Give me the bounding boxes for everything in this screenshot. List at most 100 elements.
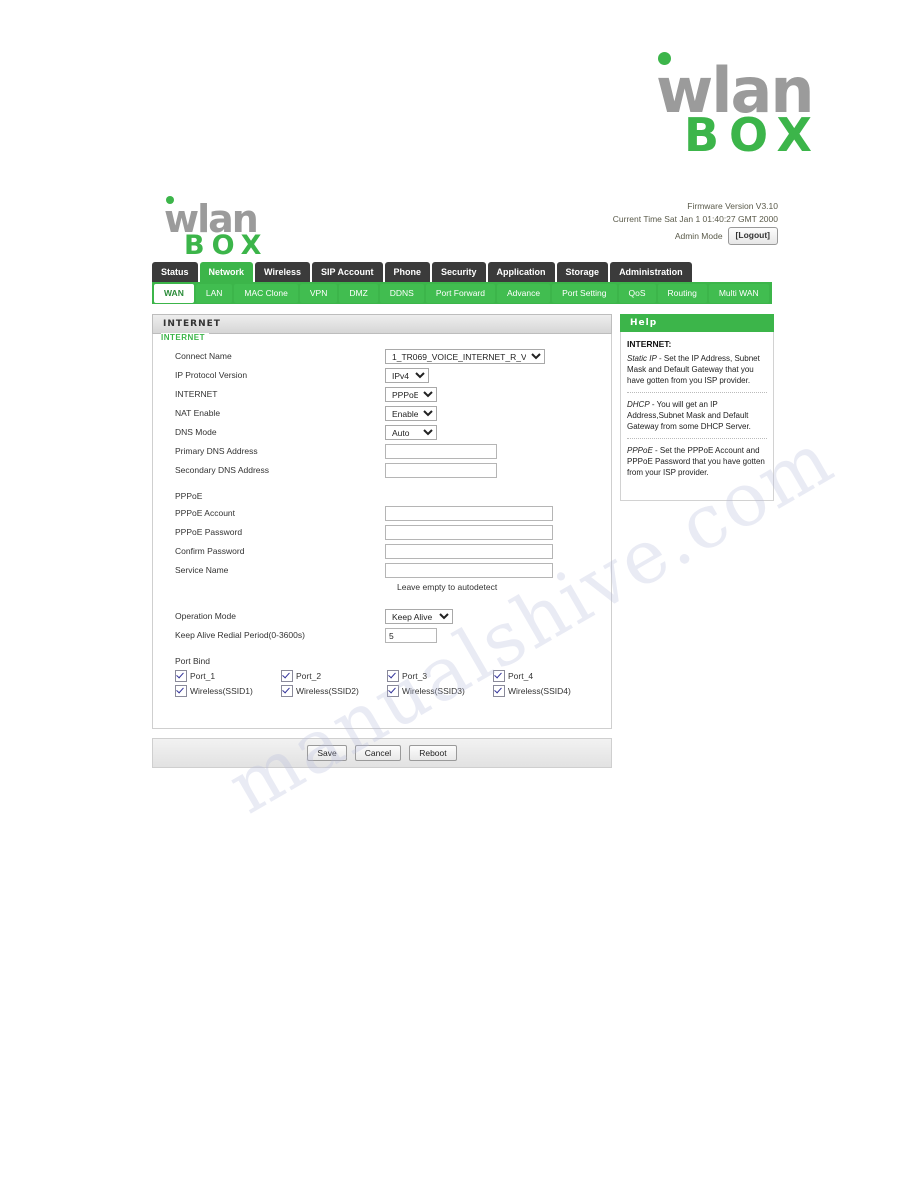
- port-bind-item[interactable]: Port_3: [387, 670, 493, 682]
- logout-button[interactable]: [Logout]: [727, 227, 778, 245]
- port-bind-item-label: Wireless(SSID2): [296, 686, 359, 696]
- panel-title: INTERNET: [152, 314, 612, 334]
- action-button-bar: Save Cancel Reboot: [152, 738, 612, 768]
- subtab-mac-clone[interactable]: MAC Clone: [234, 283, 298, 303]
- connect-name-select[interactable]: 1_TR069_VOICE_INTERNET_R_VID_: [385, 349, 545, 364]
- router-admin-ui: wlan BOX Firmware Version V3.10 Current …: [152, 196, 780, 768]
- tab-storage[interactable]: Storage: [556, 262, 609, 282]
- connect-name-label: Connect Name: [175, 350, 232, 361]
- tab-phone[interactable]: Phone: [384, 262, 431, 282]
- nat-enable-label: NAT Enable: [175, 407, 221, 418]
- help-item-term: DHCP: [627, 400, 650, 409]
- row-nat-enable: NAT Enable Enable: [163, 403, 601, 422]
- tab-sip-account[interactable]: SIP Account: [311, 262, 383, 282]
- internet-form: INTERNET Connect Name 1_TR069_VOICE_INTE…: [152, 333, 613, 729]
- subtab-routing[interactable]: Routing: [657, 283, 707, 303]
- header-logo-box-text: BOX: [184, 230, 269, 261]
- subtab-multi-wan[interactable]: Multi WAN: [708, 283, 769, 303]
- tab-security[interactable]: Security: [432, 262, 486, 282]
- port-bind-item[interactable]: Wireless(SSID4): [493, 685, 613, 697]
- checkbox-wirelessssid2[interactable]: [281, 685, 293, 697]
- port-bind-item-label: Wireless(SSID4): [508, 686, 571, 696]
- help-title: Help: [620, 314, 774, 332]
- subtab-qos[interactable]: QoS: [618, 283, 656, 303]
- ip-protocol-version-label: IP Protocol Version: [175, 369, 248, 380]
- admin-mode-label: Admin Mode: [674, 230, 723, 241]
- primary-dns-label: Primary DNS Address: [175, 445, 258, 456]
- tab-administration[interactable]: Administration: [610, 262, 692, 282]
- row-pppoe-password: PPPoE Password: [163, 522, 601, 541]
- checkbox-wirelessssid4[interactable]: [493, 685, 505, 697]
- reboot-button[interactable]: Reboot: [409, 745, 457, 761]
- dns-mode-select[interactable]: Auto: [385, 425, 437, 440]
- row-keep-alive-period: Keep Alive Redial Period(0-3600s): [163, 625, 601, 644]
- tab-status[interactable]: Status: [152, 262, 198, 282]
- port-bind-item[interactable]: Port_1: [175, 670, 281, 682]
- subtab-advance[interactable]: Advance: [496, 283, 551, 303]
- ui-body: INTERNET INTERNET Connect Name 1_TR069_V…: [152, 314, 780, 768]
- help-item: DHCP - You will get an IP Address,Subnet…: [627, 399, 767, 439]
- port-bind-item[interactable]: Wireless(SSID1): [175, 685, 281, 697]
- subtab-lan[interactable]: LAN: [195, 283, 233, 303]
- tab-wireless[interactable]: Wireless: [255, 262, 310, 282]
- subtab-dmz[interactable]: DMZ: [339, 283, 378, 303]
- subtab-port-setting[interactable]: Port Setting: [552, 283, 617, 303]
- port-bind-item[interactable]: Port_2: [281, 670, 387, 682]
- subtab-wan[interactable]: WAN: [154, 283, 194, 303]
- row-operation-mode: Operation Mode Keep Alive: [163, 606, 601, 625]
- admin-mode-row: Admin Mode [Logout]: [613, 227, 778, 245]
- port-bind-item[interactable]: Port_4: [493, 670, 613, 682]
- port-bind-item-label: Port_4: [508, 671, 534, 681]
- ui-header: wlan BOX Firmware Version V3.10 Current …: [152, 196, 780, 262]
- tab-application[interactable]: Application: [487, 262, 555, 282]
- secondary-dns-input[interactable]: [385, 463, 497, 478]
- checkbox-wirelessssid1[interactable]: [175, 685, 187, 697]
- help-items: Static IP - Set the IP Address, Subnet M…: [627, 353, 767, 484]
- port-bind-item-label: Port_2: [296, 671, 322, 681]
- dns-mode-label: DNS Mode: [175, 426, 217, 437]
- header-info: Firmware Version V3.10 Current Time Sat …: [613, 200, 778, 245]
- service-name-input[interactable]: [385, 563, 553, 578]
- row-ip-protocol-version: IP Protocol Version IPv4: [163, 365, 601, 384]
- port-bind-label: Port Bind: [175, 656, 210, 666]
- keep-alive-period-input[interactable]: [385, 628, 437, 643]
- port-bind-item[interactable]: Wireless(SSID2): [281, 685, 387, 697]
- internet-mode-label: INTERNET: [175, 388, 218, 399]
- port-bind-item-label: Wireless(SSID3): [402, 686, 465, 696]
- checkbox-port_3[interactable]: [387, 670, 399, 682]
- port-bind-item-label: Wireless(SSID1): [190, 686, 253, 696]
- subtab-vpn[interactable]: VPN: [299, 283, 338, 303]
- help-item: PPPoE - Set the PPPoE Account and PPPoE …: [627, 445, 767, 484]
- subtab-ddns[interactable]: DDNS: [379, 283, 424, 303]
- nat-enable-select[interactable]: Enable: [385, 406, 437, 421]
- help-item-term: Static IP: [627, 354, 657, 363]
- port-bind-item[interactable]: Wireless(SSID3): [387, 685, 493, 697]
- internet-mode-select[interactable]: PPPoE: [385, 387, 437, 402]
- row-service-name: Service Name: [163, 560, 601, 579]
- main-navigation: Status Network Wireless SIP Account Phone Sec…: [152, 262, 780, 282]
- checkbox-port_4[interactable]: [493, 670, 505, 682]
- ip-protocol-version-select[interactable]: IPv4: [385, 368, 429, 383]
- pppoe-account-input[interactable]: [385, 506, 553, 521]
- primary-dns-input[interactable]: [385, 444, 497, 459]
- cancel-button[interactable]: Cancel: [354, 745, 402, 761]
- port-bind-item-label: Port_3: [402, 671, 428, 681]
- help-heading: INTERNET:: [627, 339, 672, 349]
- service-name-hint: Leave empty to autodetect: [397, 582, 498, 592]
- header-logo: wlan BOX: [158, 196, 298, 262]
- port-bind-item-label: Port_1: [190, 671, 216, 681]
- pppoe-password-input[interactable]: [385, 525, 553, 540]
- row-internet-mode: INTERNET PPPoE: [163, 384, 601, 403]
- row-dns-mode: DNS Mode Auto: [163, 422, 601, 441]
- help-body: INTERNET: Static IP - Set the IP Address…: [620, 332, 774, 501]
- checkbox-wirelessssid3[interactable]: [387, 685, 399, 697]
- checkbox-port_2[interactable]: [281, 670, 293, 682]
- checkbox-port_1[interactable]: [175, 670, 187, 682]
- firmware-version: Firmware Version V3.10: [687, 201, 778, 211]
- operation-mode-select[interactable]: Keep Alive: [385, 609, 453, 624]
- confirm-password-input[interactable]: [385, 544, 553, 559]
- help-item: Static IP - Set the IP Address, Subnet M…: [627, 353, 767, 393]
- subtab-port-forward[interactable]: Port Forward: [425, 283, 495, 303]
- save-button[interactable]: Save: [307, 745, 347, 761]
- tab-network[interactable]: Network: [199, 262, 254, 282]
